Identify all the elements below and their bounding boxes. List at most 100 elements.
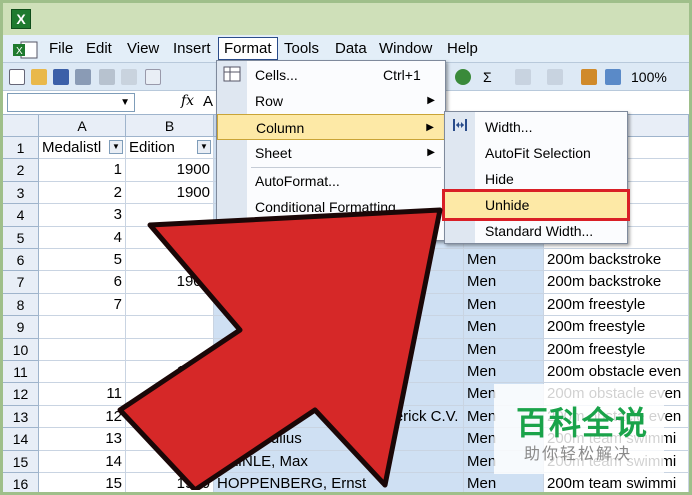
menu-edit[interactable]: Edit	[86, 40, 112, 57]
column-submenu: Width... AutoFit Selection Hide Unhide S…	[442, 111, 630, 244]
cell-event[interactable]: 200m backstroke	[544, 271, 689, 294]
cell-event[interactable]: 200m freestyle	[544, 293, 689, 317]
row-header[interactable]: 16	[3, 473, 39, 492]
row-header[interactable]: 5	[3, 226, 39, 249]
menu-item-cells-shortcut: Ctrl+1	[383, 67, 421, 83]
print-preview-icon[interactable]	[121, 69, 137, 85]
row-header[interactable]: 8	[3, 293, 39, 317]
chevron-right-icon: ▶	[427, 95, 435, 106]
spelling-icon[interactable]	[145, 69, 161, 85]
row-header[interactable]: 4	[3, 204, 39, 227]
row-header[interactable]: 13	[3, 405, 39, 429]
menu-item-sheet-label: Sheet	[255, 145, 292, 161]
row-header[interactable]: 6	[3, 249, 39, 272]
submenu-item-unhide[interactable]: Unhide	[442, 189, 630, 221]
chevron-right-icon: ▶	[426, 122, 434, 133]
document-icon[interactable]: X	[11, 41, 39, 59]
row-header[interactable]: 2	[3, 159, 39, 182]
row-header[interactable]: 14	[3, 428, 39, 451]
menu-item-cells-label: Cells...	[255, 67, 298, 83]
new-icon[interactable]	[9, 69, 25, 85]
open-icon[interactable]	[31, 69, 47, 85]
function-icon[interactable]: fx	[181, 93, 194, 109]
name-box[interactable]: ▼	[7, 93, 135, 112]
column-header-b[interactable]: B	[126, 115, 214, 137]
submenu-item-hide[interactable]: Hide	[445, 166, 627, 192]
menu-item-column[interactable]: Column ▶	[217, 114, 445, 140]
title-bar: X	[3, 3, 689, 35]
menu-view[interactable]: View	[127, 40, 159, 57]
cell-event[interactable]: 200m team swimmi	[544, 473, 689, 492]
menu-insert[interactable]: Insert	[173, 40, 211, 57]
menu-item-row-label: Row	[255, 93, 284, 109]
menu-format[interactable]: Format	[218, 37, 278, 60]
menu-tools[interactable]: Tools	[284, 40, 319, 57]
save-icon[interactable]	[53, 69, 69, 85]
row-header[interactable]: 9	[3, 316, 39, 339]
submenu-item-standard-width[interactable]: Standard Width...	[445, 218, 627, 244]
submenu-item-autofit-label: AutoFit Selection	[485, 145, 591, 161]
menu-window[interactable]: Window	[379, 40, 432, 57]
menu-item-autoformat-label: AutoFormat...	[255, 173, 340, 189]
menu-file[interactable]: File	[49, 40, 73, 57]
pointer-arrow-graphic	[117, 207, 443, 490]
chevron-right-icon: ▶	[427, 147, 435, 158]
cell-gender[interactable]: Men	[464, 249, 544, 272]
menu-item-sheet[interactable]: Sheet ▶	[217, 140, 445, 166]
cell-event[interactable]: 200m freestyle	[544, 338, 689, 361]
submenu-item-unhide-label: Unhide	[485, 197, 530, 213]
cell-gender[interactable]: Men	[464, 271, 544, 294]
row-header[interactable]: 7	[3, 271, 39, 294]
header-cell-medalist[interactable]: Medalistl ▼	[39, 137, 126, 160]
filter-dropdown-icon[interactable]: ▼	[109, 140, 123, 154]
menu-item-autoformat[interactable]: AutoFormat...	[217, 168, 445, 194]
sort-ascending-icon[interactable]	[515, 69, 531, 85]
cell-event[interactable]: 200m freestyle	[544, 316, 689, 339]
zoom-box[interactable]: 100%	[631, 69, 667, 85]
cell-gender[interactable]: Men	[464, 338, 544, 361]
menu-item-row[interactable]: Row ▶	[217, 88, 445, 114]
watermark-logo: 百科全说 助你轻松解决	[494, 384, 664, 474]
submenu-item-width[interactable]: Width...	[445, 114, 627, 140]
excel-app-icon[interactable]: X	[11, 9, 31, 29]
menu-data[interactable]: Data	[335, 40, 367, 57]
row-header[interactable]: 11	[3, 361, 39, 384]
menu-bar: X File Edit View Insert Format Tools Dat…	[3, 35, 689, 63]
cell-event[interactable]: 200m obstacle even	[544, 361, 689, 384]
drawing-icon[interactable]	[605, 69, 621, 85]
select-all-corner[interactable]	[3, 115, 39, 137]
cell-gender[interactable]: Men	[464, 361, 544, 384]
row-header[interactable]: 3	[3, 181, 39, 205]
column-header-a[interactable]: A	[39, 115, 126, 137]
cell-gender[interactable]: Men	[464, 316, 544, 339]
watermark-subtitle: 助你轻松解决	[524, 446, 633, 463]
row-header[interactable]: 1	[3, 137, 39, 160]
submenu-item-standard-width-label: Standard Width...	[485, 223, 594, 239]
row-header[interactable]: 15	[3, 450, 39, 473]
cell-gender[interactable]: Men	[464, 473, 544, 492]
chart-wizard-icon[interactable]	[581, 69, 597, 85]
formula-input[interactable]: A	[203, 93, 213, 110]
hyperlink-icon[interactable]	[455, 69, 471, 85]
chevron-down-icon[interactable]: ▼	[120, 97, 130, 108]
menu-help[interactable]: Help	[447, 40, 478, 57]
cell-medalist-id[interactable]: 1	[39, 159, 126, 182]
print-icon[interactable]	[99, 69, 115, 85]
svg-text:X: X	[16, 46, 23, 57]
row-header[interactable]: 10	[3, 338, 39, 361]
row-header[interactable]: 12	[3, 383, 39, 406]
menu-item-cells[interactable]: Cells... Ctrl+1	[217, 62, 445, 88]
cell-event[interactable]: 200m backstroke	[544, 249, 689, 272]
header-cell-edition[interactable]: Edition ▼	[126, 137, 214, 160]
submenu-item-hide-label: Hide	[485, 171, 514, 187]
submenu-item-autofit[interactable]: AutoFit Selection	[445, 140, 627, 166]
submenu-item-width-label: Width...	[485, 119, 533, 135]
cell-edition[interactable]: 1900	[126, 159, 214, 182]
menu-item-column-label: Column	[256, 120, 305, 136]
watermark-title: 百科全说	[516, 405, 649, 441]
autosum-icon[interactable]: Σ	[483, 69, 492, 85]
filter-dropdown-icon[interactable]: ▼	[197, 140, 211, 154]
permission-icon[interactable]	[75, 69, 91, 85]
sort-descending-icon[interactable]	[547, 69, 563, 85]
cell-gender[interactable]: Men	[464, 293, 544, 317]
